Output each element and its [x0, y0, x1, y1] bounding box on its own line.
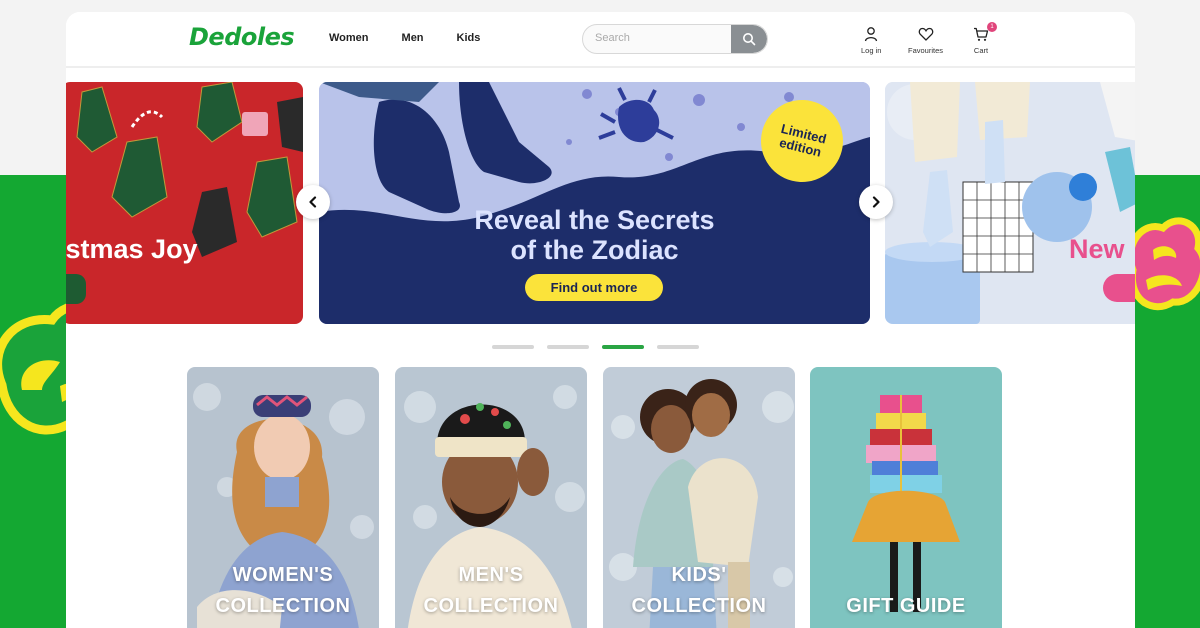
- site-header: Dedoles Women Men Kids Log in: [66, 12, 1135, 66]
- carousel-slide-zodiac[interactable]: Reveal the Secrets of the Zodiac Find ou…: [319, 82, 870, 324]
- slide-headline-line1: Reveal the Secrets: [474, 205, 715, 235]
- login-button[interactable]: Log in: [861, 26, 881, 55]
- nav-item-men[interactable]: Men: [402, 32, 424, 44]
- chevron-left-icon: [309, 196, 317, 208]
- user-icon: [865, 27, 878, 42]
- carousel-next-button[interactable]: [859, 185, 893, 219]
- carousel-slide-christmas[interactable]: istmas Joy: [66, 82, 303, 324]
- slide-title: istmas Joy: [66, 234, 198, 264]
- brand-logo[interactable]: Dedoles: [189, 23, 295, 51]
- slide-cta-partial[interactable]: [66, 274, 86, 304]
- gift-guide-photo: [810, 367, 1002, 628]
- search-input[interactable]: [595, 32, 725, 44]
- collection-card-women[interactable]: WOMEN'S COLLECTION: [187, 367, 379, 628]
- site-window: Dedoles Women Men Kids Log in: [66, 12, 1135, 628]
- carousel-dot-3[interactable]: [602, 345, 644, 349]
- heart-icon: [918, 27, 933, 41]
- header-divider: [66, 66, 1135, 68]
- slide-cta-partial[interactable]: [1103, 274, 1135, 302]
- main-nav: Women Men Kids: [329, 32, 480, 44]
- chevron-right-icon: [872, 196, 880, 208]
- slide-headline-line2: of the Zodiac: [510, 235, 679, 265]
- login-label: Log in: [861, 46, 882, 55]
- collection-title-line2: COLLECTION: [423, 595, 559, 617]
- find-out-more-button[interactable]: Find out more: [525, 274, 663, 301]
- slide-title: New: [1069, 234, 1125, 264]
- winter-socks-image: [885, 82, 1135, 324]
- collection-title-line2: COLLECTION: [215, 595, 351, 617]
- cart-button[interactable]: 1 Cart: [973, 22, 997, 55]
- christmas-socks-image: [76, 82, 303, 257]
- search-button[interactable]: [731, 25, 767, 53]
- cart-count-badge: 1: [987, 22, 997, 32]
- collection-title-line1: WOMEN'S: [232, 564, 334, 586]
- nav-item-women[interactable]: Women: [329, 32, 369, 44]
- collection-card-gift-guide[interactable]: GIFT GUIDE: [810, 367, 1002, 628]
- carousel-dot-2[interactable]: [547, 345, 589, 349]
- carousel-prev-button[interactable]: [296, 185, 330, 219]
- carousel-slide-new[interactable]: New: [885, 82, 1135, 324]
- favourites-label: Favourites: [908, 46, 944, 55]
- search-box: [582, 24, 768, 54]
- collection-title-line1: MEN'S: [458, 564, 524, 586]
- collection-title-line2: COLLECTION: [631, 595, 767, 617]
- carousel-dot-4[interactable]: [657, 345, 699, 349]
- search-icon: [743, 33, 756, 46]
- collection-title: GIFT GUIDE: [846, 595, 966, 617]
- nav-item-kids[interactable]: Kids: [457, 32, 481, 44]
- collection-card-men[interactable]: MEN'S COLLECTION: [395, 367, 587, 628]
- carousel-dot-1[interactable]: [492, 345, 534, 349]
- collection-title-line1: KIDS': [671, 564, 727, 586]
- cart-label: Cart: [973, 46, 989, 55]
- favourites-button[interactable]: Favourites: [908, 26, 943, 55]
- carousel-indicators: [492, 345, 699, 349]
- collection-card-kids[interactable]: KIDS' COLLECTION: [603, 367, 795, 628]
